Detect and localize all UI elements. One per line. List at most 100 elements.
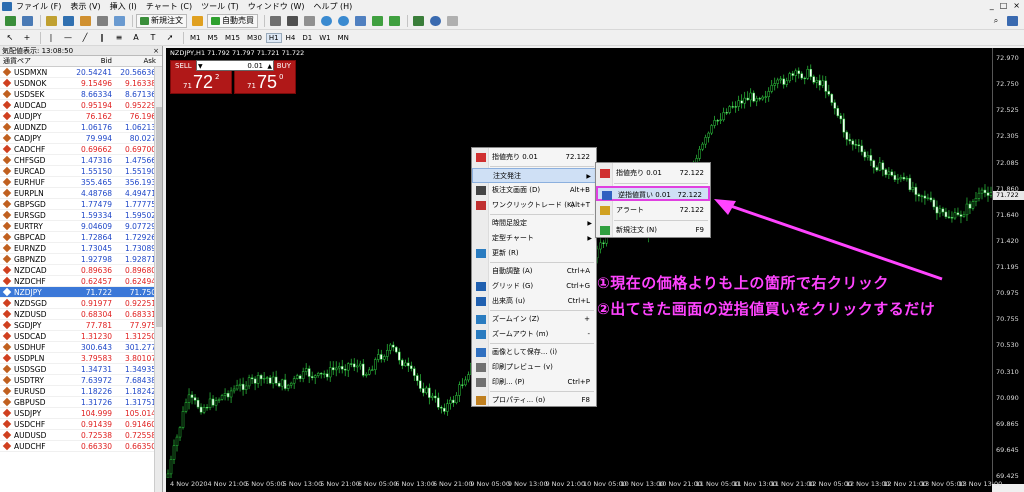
submenu-item[interactable]: 逆指値買い 0.01 72.122: [596, 186, 710, 201]
ask-column-header[interactable]: Ask: [114, 56, 158, 66]
context-menu-item[interactable]: グリッド (G) Ctrl+G: [472, 279, 596, 294]
timeframe-mn[interactable]: MN: [335, 33, 352, 43]
context-menu-item[interactable]: ズームアウト (m) -: [472, 327, 596, 342]
price-axis[interactable]: 72.970 72.750 72.525 72.305 72.085 71.860 71.6…: [992, 48, 1024, 484]
bar-chart-button[interactable]: [268, 14, 282, 28]
table-row[interactable]: USDJPY 104.999 105.014: [0, 408, 162, 419]
metaeditor-button[interactable]: [190, 14, 204, 28]
table-row[interactable]: CHFSGD 1.47316 1.47566: [0, 155, 162, 166]
chart-shift-button[interactable]: [387, 14, 401, 28]
menu-insert[interactable]: 挿入 (I): [110, 1, 137, 12]
context-menu-item[interactable]: プロパティ... (o) F8: [472, 393, 596, 408]
close-icon[interactable]: ×: [153, 46, 159, 56]
table-row[interactable]: CADCHF 0.69662 0.69700: [0, 144, 162, 155]
profiles-button[interactable]: [20, 14, 34, 28]
timeframe-w1[interactable]: W1: [316, 33, 333, 43]
context-menu-item[interactable]: 自動調整 (A) Ctrl+A: [472, 264, 596, 279]
table-row[interactable]: EURUSD 1.18226 1.18242: [0, 386, 162, 397]
text-label-button[interactable]: T: [146, 31, 160, 45]
data-window-button[interactable]: [61, 14, 75, 28]
spinner-icon[interactable]: ▲: [267, 61, 272, 72]
menu-view[interactable]: 表示 (V): [70, 1, 100, 12]
table-row[interactable]: AUDCHF 0.66330 0.66350: [0, 441, 162, 452]
templates-button[interactable]: [445, 14, 459, 28]
tile-windows-button[interactable]: [353, 14, 367, 28]
bid-column-header[interactable]: Bid: [70, 56, 114, 66]
context-menu-item[interactable]: 更新 (R): [472, 246, 596, 261]
context-menu-item[interactable]: 注文発注 ▶: [472, 168, 596, 183]
table-row[interactable]: NZDJPY 71.722 71.750: [0, 287, 162, 298]
table-row[interactable]: AUDUSD 0.72538 0.72558: [0, 430, 162, 441]
table-row[interactable]: USDTRY 7.63972 7.68438: [0, 375, 162, 386]
table-row[interactable]: GBPUSD 1.31726 1.31751: [0, 397, 162, 408]
text-tool-button[interactable]: A: [129, 31, 143, 45]
table-row[interactable]: GBPCAD 1.72864 1.72926: [0, 232, 162, 243]
crosshair-icon[interactable]: +: [20, 31, 34, 45]
menu-tools[interactable]: ツール (T): [201, 1, 239, 12]
arrows-icon[interactable]: ➚: [163, 31, 177, 45]
restore-icon[interactable]: □: [1000, 1, 1008, 10]
table-row[interactable]: NZDUSD 0.68304 0.68331: [0, 309, 162, 320]
context-menu-item[interactable]: ズームイン (Z) +: [472, 312, 596, 327]
timeframe-m30[interactable]: M30: [244, 33, 265, 43]
submenu-item[interactable]: 指値売り 0.01 72.122: [596, 166, 710, 181]
timeframe-m1[interactable]: M1: [187, 33, 204, 43]
vertical-line-icon[interactable]: |: [44, 31, 58, 45]
table-row[interactable]: AUDNZD 1.06176 1.06213: [0, 122, 162, 133]
search-icon[interactable]: ⌕: [989, 14, 1003, 28]
lot-size-input[interactable]: ▼ 0.01 ▲: [196, 60, 274, 71]
timeframe-d1[interactable]: D1: [299, 33, 315, 43]
tester-button[interactable]: [112, 14, 126, 28]
minimize-icon[interactable]: _: [990, 1, 994, 10]
context-menu-item[interactable]: 時間足設定 ▶: [472, 216, 596, 231]
timeframe-h1[interactable]: H1: [265, 32, 282, 43]
table-row[interactable]: EURCAD 1.55150 1.55190: [0, 166, 162, 177]
community-icon[interactable]: [1005, 14, 1019, 28]
table-row[interactable]: EURSGD 1.59334 1.59502: [0, 210, 162, 221]
table-row[interactable]: EURTRY 9.04609 9.07729: [0, 221, 162, 232]
cursor-icon[interactable]: ↖: [3, 31, 17, 45]
terminal-button[interactable]: [95, 14, 109, 28]
menu-help[interactable]: ヘルプ (H): [313, 1, 352, 12]
autoscroll-button[interactable]: [370, 14, 384, 28]
table-row[interactable]: USDMXN 20.54241 20.56636: [0, 67, 162, 78]
context-menu-item[interactable]: 定型チャート ▶: [472, 231, 596, 246]
context-menu-item[interactable]: 印刷... (P) Ctrl+P: [472, 375, 596, 390]
table-row[interactable]: EURPLN 4.48768 4.49471: [0, 188, 162, 199]
context-menu-item[interactable]: ワンクリックトレード (K) Alt+T: [472, 198, 596, 213]
zoom-in-icon[interactable]: [319, 14, 333, 28]
submenu-item[interactable]: アラート 72.122: [596, 203, 710, 218]
context-menu-item[interactable]: 印刷プレビュー (v): [472, 360, 596, 375]
timeframe-m15[interactable]: M15: [222, 33, 243, 43]
table-row[interactable]: USDSEK 8.66334 8.67136: [0, 89, 162, 100]
time-axis[interactable]: 4 Nov 2020 4 Nov 21:00 5 Nov 05:00 5 Nov 13…: [166, 478, 1002, 492]
context-menu-item[interactable]: 板注文画面 (D) Alt+B: [472, 183, 596, 198]
table-row[interactable]: GBPNZD 1.92798 1.92871: [0, 254, 162, 265]
table-row[interactable]: USDHUF 300.643 301.277: [0, 342, 162, 353]
submenu-item[interactable]: 新規注文 (N) F9: [596, 223, 710, 238]
table-row[interactable]: USDCHF 0.91439 0.91460: [0, 419, 162, 430]
table-row[interactable]: NZDCHF 0.62457 0.62494: [0, 276, 162, 287]
context-menu-item[interactable]: 指値売り 0.01 72.122: [472, 150, 596, 165]
market-watch-scrollbar[interactable]: [154, 67, 162, 492]
candlestick-button[interactable]: [285, 14, 299, 28]
table-row[interactable]: EURNZD 1.73045 1.73089: [0, 243, 162, 254]
timeframe-h4[interactable]: H4: [283, 33, 299, 43]
menu-window[interactable]: ウィンドウ (W): [248, 1, 305, 12]
indicators-button[interactable]: [411, 14, 425, 28]
scrollbar-thumb[interactable]: [156, 107, 162, 327]
auto-trading-button[interactable]: 自動売買: [207, 13, 258, 28]
table-row[interactable]: NZDCAD 0.89636 0.89680: [0, 265, 162, 276]
table-row[interactable]: CADJPY 79.994 80.027: [0, 133, 162, 144]
table-row[interactable]: USDCAD 1.31230 1.31250: [0, 331, 162, 342]
new-order-button[interactable]: 新規注文: [136, 13, 187, 28]
new-chart-button[interactable]: [3, 14, 17, 28]
table-row[interactable]: EURHUF 355.465 356.193: [0, 177, 162, 188]
table-row[interactable]: USDSGD 1.34731 1.34935: [0, 364, 162, 375]
table-row[interactable]: SGDJPY 77.781 77.975: [0, 320, 162, 331]
chevron-down-icon[interactable]: ▼: [198, 61, 203, 72]
table-row[interactable]: AUDJPY 76.162 76.196: [0, 111, 162, 122]
periods-button[interactable]: [428, 14, 442, 28]
table-row[interactable]: USDNOK 9.15496 9.16338: [0, 78, 162, 89]
market-watch-button[interactable]: [44, 14, 58, 28]
